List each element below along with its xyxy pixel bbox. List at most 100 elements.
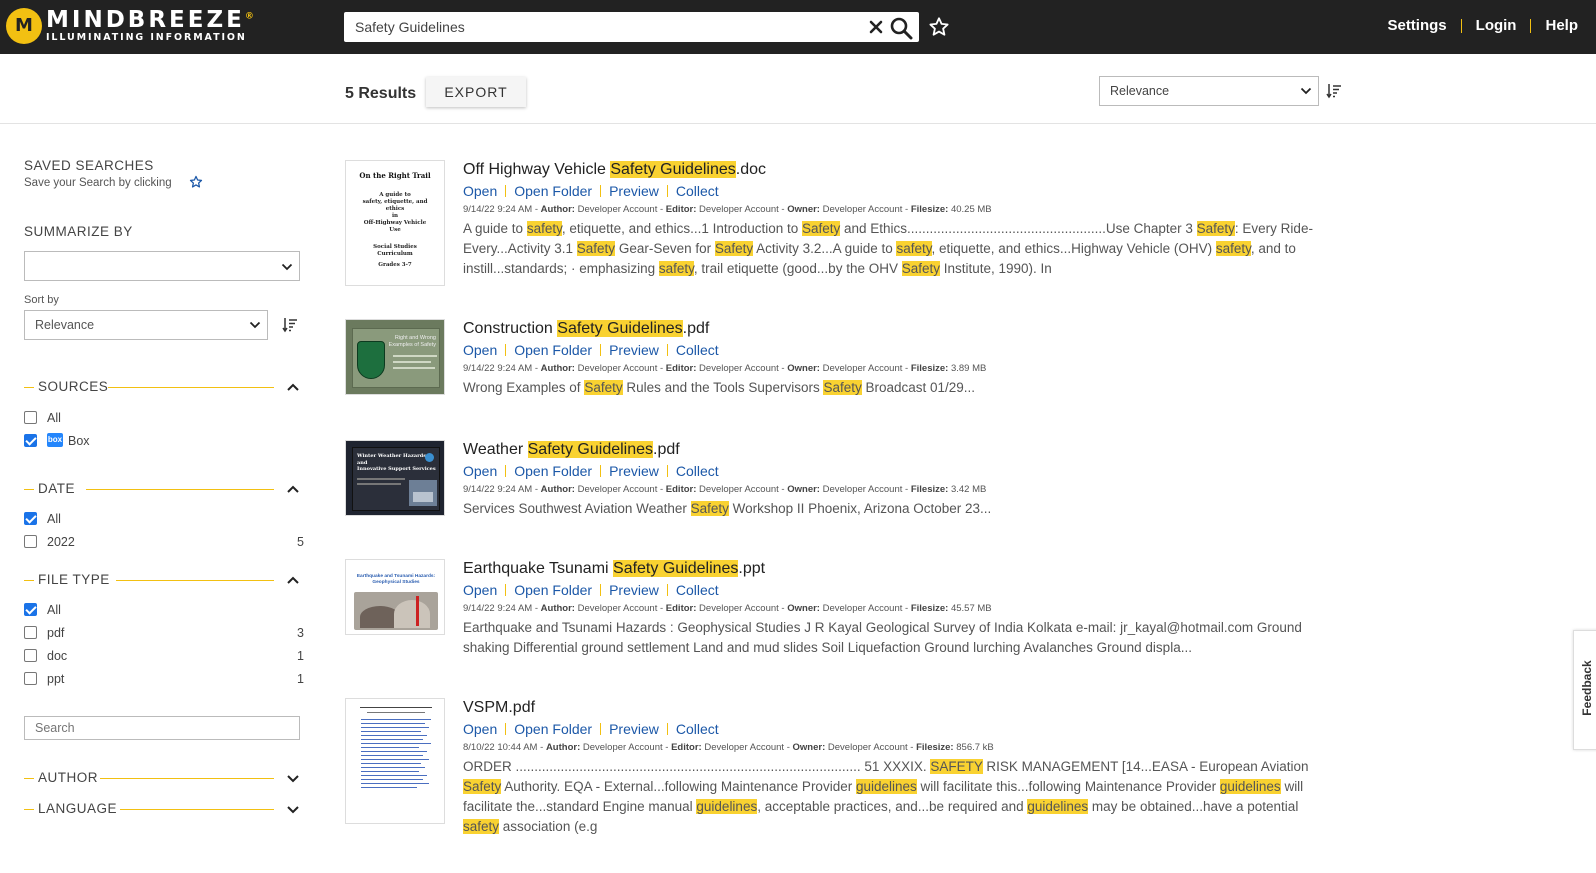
collect-link[interactable]: Collect <box>676 182 719 200</box>
login-link[interactable]: Login <box>1476 17 1517 34</box>
open-link[interactable]: Open <box>463 462 497 480</box>
highlighted-term: guidelines <box>1219 779 1281 794</box>
highlighted-term: Safety <box>463 779 502 794</box>
result-metadata: 9/14/22 9:24 AM - Author: Developer Acco… <box>463 363 987 374</box>
facet-count: 1 <box>297 649 304 663</box>
sort-order-icon[interactable] <box>282 317 298 333</box>
file-type-filter-pdf[interactable]: pdf 3 <box>24 624 304 642</box>
star-icon[interactable] <box>189 175 203 189</box>
result-title[interactable]: Weather Safety Guidelines.pdf <box>463 440 1313 460</box>
snippet-text: Authority. EQA - External...following Ma… <box>501 779 856 794</box>
preview-link[interactable]: Preview <box>609 462 659 480</box>
snippet-text: association (e.g <box>499 819 598 834</box>
snippet-text: , acceptable practices, and...be require… <box>757 799 1028 814</box>
collect-link[interactable]: Collect <box>676 720 719 738</box>
date-title: DATE <box>38 481 82 496</box>
search-input[interactable] <box>344 12 864 42</box>
result-metadata: 9/14/22 9:24 AM - Author: Developer Acco… <box>463 204 992 215</box>
preview-link[interactable]: Preview <box>609 182 659 200</box>
feedback-tab[interactable]: Feedback <box>1573 630 1596 750</box>
checkbox[interactable] <box>24 649 37 662</box>
date-filter-all[interactable]: All <box>24 510 304 528</box>
open-folder-link[interactable]: Open Folder <box>514 341 592 359</box>
preview-link[interactable]: Preview <box>609 581 659 599</box>
chevron-down-icon <box>1300 87 1312 95</box>
snippet-text: Wrong Examples of <box>463 380 585 395</box>
settings-link[interactable]: Settings <box>1387 17 1446 34</box>
mindbreeze-logo[interactable]: MINDBREEZE® ILLUMINATING INFORMATION <box>6 8 254 44</box>
snippet-text: Earthquake and Tsunami Hazards : Geophys… <box>463 620 1302 655</box>
result-title[interactable]: Construction Safety Guidelines.pdf <box>463 319 1313 339</box>
snippet-text: Broadcast 01/29... <box>861 380 976 395</box>
open-folder-link[interactable]: Open Folder <box>514 182 592 200</box>
file-type-filter-ppt[interactable]: ppt 1 <box>24 670 304 688</box>
preview-link[interactable]: Preview <box>609 720 659 738</box>
sort-select[interactable]: Relevance <box>1099 76 1319 106</box>
snippet-text: Services Southwest Aviation Weather <box>463 501 691 516</box>
highlighted-term: Safety <box>1196 221 1235 236</box>
sources-section-header[interactable]: SOURCES <box>24 378 300 398</box>
chevron-up-icon[interactable] <box>286 380 300 394</box>
file-type-search-input[interactable] <box>24 716 300 740</box>
author-section-header[interactable]: AUTHOR <box>24 769 300 789</box>
highlighted-term: Safety <box>584 380 623 395</box>
date-filter-2022[interactable]: 2022 5 <box>24 533 304 551</box>
chevron-down-icon[interactable] <box>286 802 300 816</box>
checkbox[interactable] <box>24 672 37 685</box>
checkbox[interactable] <box>24 434 37 447</box>
result-thumbnail[interactable]: Right and Wrong Examples of Safety <box>345 319 445 395</box>
open-link[interactable]: Open <box>463 341 497 359</box>
help-link[interactable]: Help <box>1545 17 1578 34</box>
result-title[interactable]: Earthquake Tsunami Safety Guidelines.ppt <box>463 559 1313 579</box>
brand-tagline: ILLUMINATING INFORMATION <box>46 32 247 44</box>
open-folder-link[interactable]: Open Folder <box>514 581 592 599</box>
date-section-header[interactable]: DATE <box>24 480 300 500</box>
preview-link[interactable]: Preview <box>609 341 659 359</box>
result-thumbnail[interactable] <box>345 698 445 824</box>
collect-link[interactable]: Collect <box>676 341 719 359</box>
clear-search-icon[interactable] <box>868 19 884 35</box>
export-button[interactable]: EXPORT <box>426 77 526 107</box>
result-actions: Open Open Folder Preview Collect <box>463 720 1313 738</box>
result-thumbnail[interactable]: Earthquake and Tsunami Hazards: Geophysi… <box>345 559 445 635</box>
search-icon[interactable] <box>889 16 913 40</box>
facet-count: 1 <box>297 672 304 686</box>
chevron-up-icon[interactable] <box>286 573 300 587</box>
chevron-down-icon <box>281 263 293 271</box>
checkbox[interactable] <box>24 512 37 525</box>
file-type-filter-all[interactable]: All <box>24 601 304 619</box>
summarize-by-select[interactable] <box>24 251 300 281</box>
highlighted-term: SAFETY <box>930 759 983 774</box>
open-folder-link[interactable]: Open Folder <box>514 720 592 738</box>
snippet-text: Institute, 1990). In <box>940 261 1052 276</box>
open-link[interactable]: Open <box>463 182 497 200</box>
open-link[interactable]: Open <box>463 581 497 599</box>
source-filter-box[interactable]: box Box <box>24 432 304 450</box>
result-title[interactable]: VSPM.pdf <box>463 698 1313 718</box>
sidebar-sort-select[interactable]: Relevance <box>24 310 268 340</box>
language-section-header[interactable]: LANGUAGE <box>24 800 300 820</box>
highlighted-term: guidelines <box>1027 799 1089 814</box>
checkbox[interactable] <box>24 603 37 616</box>
open-folder-link[interactable]: Open Folder <box>514 462 592 480</box>
source-filter-all[interactable]: All <box>24 409 304 427</box>
open-link[interactable]: Open <box>463 720 497 738</box>
chevron-down-icon[interactable] <box>286 771 300 785</box>
checkbox[interactable] <box>24 626 37 639</box>
result-thumbnail[interactable]: On the Right Trail A guide to safety, et… <box>345 160 445 286</box>
sort-order-icon[interactable] <box>1326 83 1342 99</box>
checkbox[interactable] <box>24 535 37 548</box>
snippet-text: Gear-Seven for <box>615 241 715 256</box>
collect-link[interactable]: Collect <box>676 462 719 480</box>
header-bar: MINDBREEZE® ILLUMINATING INFORMATION Set… <box>0 0 1596 54</box>
checkbox[interactable] <box>24 411 37 424</box>
search-box <box>344 12 919 42</box>
collect-link[interactable]: Collect <box>676 581 719 599</box>
save-search-star-icon[interactable] <box>928 16 950 38</box>
result-title[interactable]: Off Highway Vehicle Safety Guidelines.do… <box>463 160 1313 180</box>
file-type-filter-doc[interactable]: doc 1 <box>24 647 304 665</box>
file-type-section-header[interactable]: FILE TYPE <box>24 571 300 591</box>
chevron-up-icon[interactable] <box>286 482 300 496</box>
result-thumbnail[interactable]: Winter Weather Hazards and Innovative Su… <box>345 440 445 516</box>
saved-searches-hint: Save your Search by clicking <box>24 177 172 189</box>
